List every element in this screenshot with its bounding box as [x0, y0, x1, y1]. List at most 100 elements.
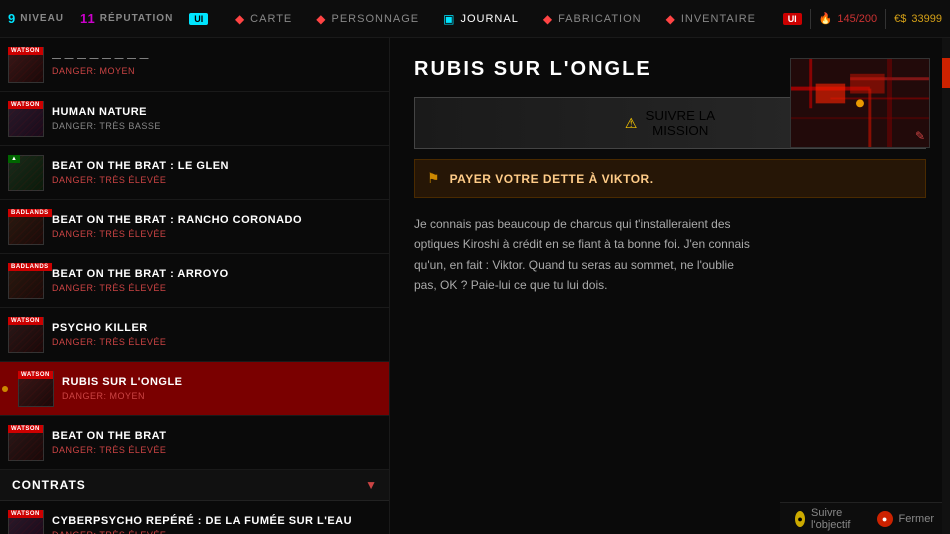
nav-carte-label: CARTE [250, 13, 292, 25]
quest-title-0: — — — — — — — — [52, 53, 381, 63]
carte-icon: ◆ [235, 12, 245, 26]
mission-btn-line2: MISSION [645, 123, 715, 138]
health-value: 145/200 [837, 13, 877, 25]
contract-title-0: CYBERPSYCHO REPÉRÉ : DE LA FUMÉE SUR L'E… [52, 515, 381, 527]
quest-item-2[interactable]: ▲ BEAT ON THE BRAT : LE GLEN DANGER: TRÈ… [0, 146, 389, 200]
divider2 [885, 9, 886, 29]
quest-title-4: BEAT ON THE BRAT : ARROYO [52, 268, 381, 280]
quest-badge-6: WATSON [18, 371, 53, 379]
contracts-arrow: ▼ [365, 478, 377, 492]
level-label: NIVEAU [20, 13, 64, 24]
quest-info-7: BEAT ON THE BRAT DANGER: TRÈS ÉLEVÉE [52, 430, 381, 455]
quest-icon-0: WATSON [8, 47, 44, 83]
right-scrollbar[interactable] [942, 38, 950, 534]
quest-info-0: — — — — — — — — DANGER: MOYEN [52, 53, 381, 76]
quest-danger-0: DANGER: MOYEN [52, 66, 381, 76]
quest-item-1[interactable]: WATSON HUMAN NATURE DANGER: TRÈS BASSE [0, 92, 389, 146]
follow-objective-action[interactable]: ● Suivre l'objectif [795, 507, 856, 531]
nav-personnage-label: PERSONNAGE [332, 13, 420, 25]
quest-icon-4: BADLANDS [8, 263, 44, 299]
quest-title-7: BEAT ON THE BRAT [52, 430, 381, 442]
nav-inventaire[interactable]: ◆ INVENTAIRE [666, 12, 756, 26]
nav-journal[interactable]: ▣ JOURNAL [443, 12, 519, 26]
quest-icon-7: WATSON [8, 425, 44, 461]
badge-right: UI [783, 13, 802, 25]
health-icon: 🔥 [819, 12, 833, 25]
quest-detail-panel: ✎ RUBIS SUR L'ONGLE ⚠ SUIVRE LA MISSION … [390, 38, 950, 534]
nav-personnage[interactable]: ◆ PERSONNAGE [316, 12, 419, 26]
mission-btn-line1: SUIVRE LA [645, 108, 715, 123]
quest-danger-6: DANGER: MOYEN [62, 391, 381, 401]
health-stat: 🔥 145/200 [819, 12, 877, 25]
personnage-icon: ◆ [316, 12, 326, 26]
contract-badge-0: WATSON [8, 510, 43, 518]
close-action[interactable]: ● Fermer [877, 511, 934, 527]
quest-danger-7: DANGER: TRÈS ÉLEVÉE [52, 445, 381, 455]
rep-number: 11 [80, 11, 96, 26]
quest-item-4[interactable]: BADLANDS BEAT ON THE BRAT : ARROYO DANGE… [0, 254, 389, 308]
active-indicator [2, 386, 8, 392]
follow-objective-label: Suivre l'objectif [811, 507, 857, 531]
quest-item-7[interactable]: WATSON BEAT ON THE BRAT DANGER: TRÈS ÉLE… [0, 416, 389, 470]
quest-item-5[interactable]: WATSON PSYCHO KILLER DANGER: TRÈS ÉLEVÉE [0, 308, 389, 362]
level-number: 9 [8, 11, 16, 26]
quest-sidebar[interactable]: WATSON — — — — — — — — DANGER: MOYEN WAT… [0, 38, 390, 534]
quest-description: Je connais pas beaucoup de charcus qui t… [414, 214, 754, 296]
badge-left: UI [189, 13, 208, 25]
quest-title-2: BEAT ON THE BRAT : LE GLEN [52, 160, 381, 172]
bottom-action-bar: ● Suivre l'objectif ● Fermer [780, 502, 950, 534]
quest-info-4: BEAT ON THE BRAT : ARROYO DANGER: TRÈS É… [52, 268, 381, 293]
quest-icon-5: WATSON [8, 317, 44, 353]
quest-badge-7: WATSON [8, 425, 43, 433]
quest-title-3: BEAT ON THE BRAT : RANCHO CORONADO [52, 214, 381, 226]
quest-info-2: BEAT ON THE BRAT : LE GLEN DANGER: TRÈS … [52, 160, 381, 185]
contract-icon-0: WATSON [8, 510, 44, 534]
quest-badge-2: ▲ [8, 155, 20, 163]
quest-danger-5: DANGER: TRÈS ÉLEVÉE [52, 337, 381, 347]
quest-badge-4: BADLANDS [8, 263, 52, 271]
main-layout: WATSON — — — — — — — — DANGER: MOYEN WAT… [0, 38, 950, 534]
rep-label: RÉPUTATION [100, 13, 174, 24]
nav-fabrication[interactable]: ◆ FABRICATION [543, 12, 642, 26]
journal-icon: ▣ [443, 12, 455, 26]
quest-danger-2: DANGER: TRÈS ÉLEVÉE [52, 175, 381, 185]
quest-badge-0: WATSON [8, 47, 43, 55]
contract-danger-0: Danger: très élevée [52, 530, 381, 534]
minimap-map [791, 59, 929, 148]
quest-badge-1: WATSON [8, 101, 43, 109]
level-stat: 9 NIVEAU [8, 11, 64, 26]
money-stat: €$ 33999 [894, 13, 942, 25]
contracts-title: CONTRATS [12, 478, 86, 492]
nav-inventaire-label: INVENTAIRE [681, 13, 756, 25]
quest-badge-3: BADLANDS [8, 209, 52, 217]
quest-title-6: RUBIS SUR L'ONGLE [62, 376, 381, 388]
quest-info-3: BEAT ON THE BRAT : RANCHO CORONADO DANGE… [52, 214, 381, 239]
top-bar: 9 NIVEAU 11 RÉPUTATION UI ◆ CARTE ◆ PERS… [0, 0, 950, 38]
quest-icon-3: BADLANDS [8, 209, 44, 245]
contracts-section-header[interactable]: CONTRATS ▼ [0, 470, 389, 501]
minimap: ✎ [790, 58, 930, 148]
objective-item: ⚑ PAYER VOTRE DETTE À VIKTOR. [414, 159, 926, 198]
quest-item-0[interactable]: WATSON — — — — — — — — DANGER: MOYEN [0, 38, 389, 92]
quest-info-1: HUMAN NATURE DANGER: TRÈS BASSE [52, 106, 381, 131]
fabrication-icon: ◆ [543, 12, 553, 26]
quest-danger-3: DANGER: TRÈS ÉLEVÉE [52, 229, 381, 239]
quest-info-5: PSYCHO KILLER DANGER: TRÈS ÉLEVÉE [52, 322, 381, 347]
quest-icon-1: WATSON [8, 101, 44, 137]
objective-text: PAYER VOTRE DETTE À VIKTOR. [450, 172, 654, 186]
follow-objective-btn-icon: ● [795, 511, 805, 527]
nav-journal-label: JOURNAL [460, 13, 518, 25]
mission-btn-text: SUIVRE LA MISSION [645, 108, 715, 138]
contract-item-0[interactable]: WATSON CYBERPSYCHO REPÉRÉ : DE LA FUMÉE … [0, 501, 389, 534]
scrollbar-thumb [942, 58, 950, 88]
quest-item-6[interactable]: WATSON RUBIS SUR L'ONGLE DANGER: MOYEN [0, 362, 389, 416]
objective-icon: ⚑ [427, 170, 440, 187]
quest-item-3[interactable]: BADLANDS BEAT ON THE BRAT : RANCHO CORON… [0, 200, 389, 254]
nav-menu: ◆ CARTE ◆ PERSONNAGE ▣ JOURNAL ◆ FABRICA… [208, 12, 782, 26]
quest-badge-5: WATSON [8, 317, 43, 325]
money-value: 33999 [911, 13, 942, 25]
divider [810, 9, 811, 29]
nav-carte[interactable]: ◆ CARTE [235, 12, 292, 26]
quest-title-5: PSYCHO KILLER [52, 322, 381, 334]
minimap-edit-icon[interactable]: ✎ [915, 129, 925, 143]
